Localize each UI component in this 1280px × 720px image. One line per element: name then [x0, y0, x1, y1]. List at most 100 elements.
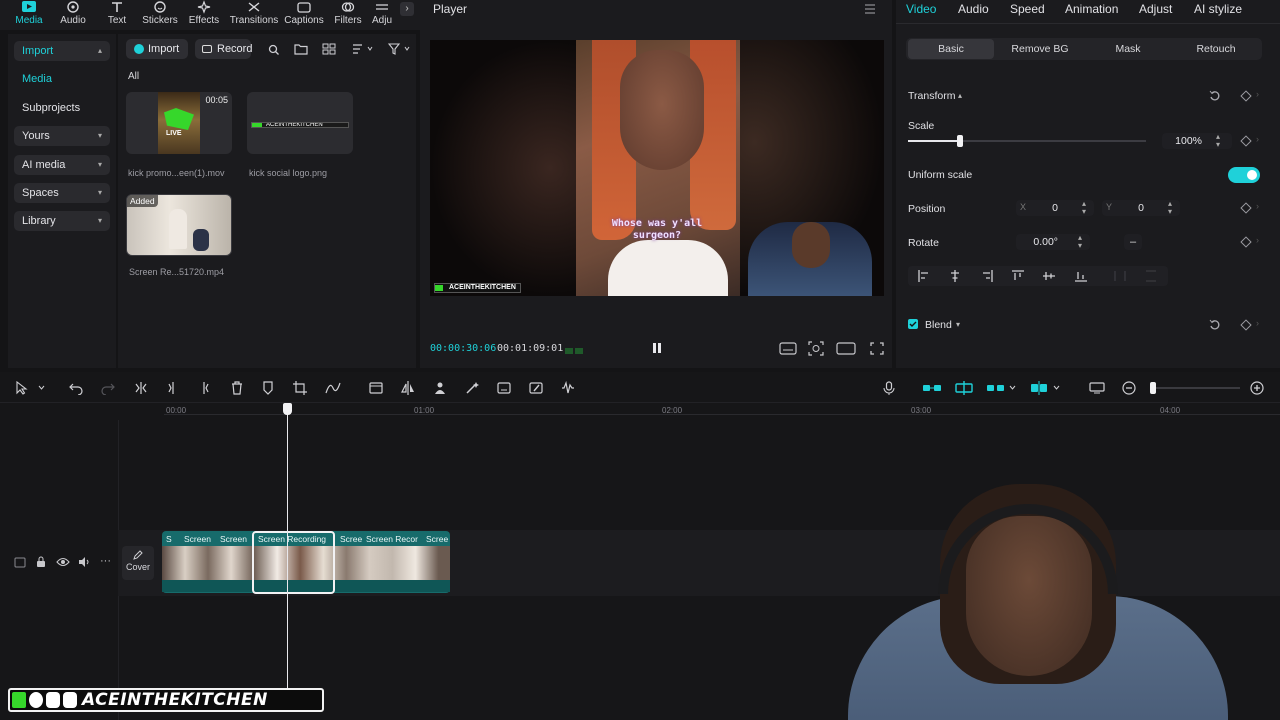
uniform-scale-toggle[interactable]: [1228, 167, 1260, 183]
stepper-icon[interactable]: ▴ ▾: [1168, 200, 1172, 216]
align-bottom-icon[interactable]: [1075, 270, 1087, 282]
tab-audio-props[interactable]: Audio: [958, 2, 989, 16]
stepper-icon[interactable]: ▴ ▾: [1082, 200, 1086, 216]
track-thumbnail-icon[interactable]: [14, 557, 26, 568]
sidebar-item-library[interactable]: Library ▾: [14, 211, 110, 231]
record-button[interactable]: Record: [195, 39, 252, 59]
tab-video[interactable]: Video: [906, 2, 936, 16]
menu-icon[interactable]: [864, 4, 876, 14]
lock-icon[interactable]: [36, 556, 46, 568]
aspect-ratio-icon[interactable]: [836, 342, 856, 355]
freeze-frame-icon[interactable]: [369, 381, 383, 395]
auto-snap-icon[interactable]: [955, 381, 973, 395]
subtab-mask[interactable]: Mask: [1084, 39, 1172, 59]
pause-icon[interactable]: [651, 342, 663, 354]
image-edit-icon[interactable]: [529, 381, 543, 395]
media-item-screen-recording[interactable]: Added: [126, 194, 232, 256]
cover-button[interactable]: Cover: [122, 546, 154, 580]
tab-ai-stylize[interactable]: AI stylize: [1194, 2, 1242, 16]
mirror-icon[interactable]: [401, 381, 415, 395]
transform-heading[interactable]: Transform: [908, 90, 955, 102]
tab-media[interactable]: Media: [6, 0, 52, 30]
scale-slider-handle[interactable]: [957, 135, 964, 147]
sidebar-item-yours[interactable]: Yours ▾: [14, 126, 110, 146]
rotate-dial-button[interactable]: –: [1124, 234, 1142, 250]
zoom-out-icon[interactable]: [1122, 381, 1136, 395]
zoom-slider[interactable]: [1150, 382, 1240, 394]
crop-icon[interactable]: [293, 381, 307, 395]
preview-axis-icon[interactable]: [1031, 381, 1063, 395]
eye-icon[interactable]: [56, 557, 70, 567]
screen-icon[interactable]: [1089, 382, 1105, 394]
zoom-slider-handle[interactable]: [1150, 382, 1156, 394]
media-item-kick-promo[interactable]: LIVE 00:05: [126, 92, 232, 154]
tab-animation[interactable]: Animation: [1065, 2, 1118, 16]
scale-slider[interactable]: [908, 135, 1146, 147]
speaker-icon[interactable]: [78, 557, 90, 567]
chevron-up-icon[interactable]: ▴: [958, 91, 962, 100]
search-icon[interactable]: [268, 44, 280, 56]
playhead-handle[interactable]: [283, 403, 292, 415]
stepper-icon[interactable]: ▴ ▾: [1078, 234, 1082, 250]
linkage-icon[interactable]: [987, 382, 1019, 394]
subtab-retouch[interactable]: Retouch: [1172, 39, 1260, 59]
tab-text[interactable]: Text: [94, 0, 140, 30]
video-preview[interactable]: Whose was y'all surgeon? ACEINTHEKITCHEN: [430, 40, 884, 296]
tab-captions[interactable]: Captions: [281, 0, 327, 30]
subtitle-toggle-icon[interactable]: [779, 342, 797, 355]
split-icon[interactable]: [134, 381, 148, 395]
tab-adjust[interactable]: Adju: [364, 0, 400, 30]
sidebar-item-media[interactable]: Media: [14, 69, 110, 89]
align-top-icon[interactable]: [1012, 270, 1024, 282]
sidebar-item-subprojects[interactable]: Subprojects: [14, 98, 110, 118]
reset-icon[interactable]: [1209, 319, 1221, 331]
align-center-v-icon[interactable]: [1043, 270, 1055, 282]
tab-stickers[interactable]: Stickers: [137, 0, 183, 30]
delete-icon[interactable]: [230, 381, 244, 395]
zoom-in-icon[interactable]: [1250, 381, 1264, 395]
distribute-h-icon: [1114, 271, 1126, 281]
tab-adjust-props[interactable]: Adjust: [1139, 2, 1172, 16]
tab-effects[interactable]: Effects: [181, 0, 227, 30]
marker-icon[interactable]: [261, 381, 275, 395]
blend-checkbox[interactable]: [908, 319, 918, 329]
fullscreen-icon[interactable]: [870, 342, 884, 355]
subtitle-icon[interactable]: [497, 381, 511, 395]
undo-icon[interactable]: [69, 381, 83, 395]
chevron-down-icon[interactable]: ▾: [956, 320, 960, 329]
import-button[interactable]: Import: [126, 39, 188, 59]
snapshot-icon[interactable]: [808, 341, 824, 356]
align-center-h-icon[interactable]: [949, 270, 961, 282]
sort-icon[interactable]: [352, 43, 374, 55]
blend-label[interactable]: Blend: [925, 319, 952, 331]
more-options-icon[interactable]: ···: [100, 555, 111, 567]
grid-view-icon[interactable]: [322, 43, 336, 55]
sidebar-item-ai-media[interactable]: AI media ▾: [14, 155, 110, 175]
tab-transitions[interactable]: Transitions: [228, 0, 280, 30]
playhead[interactable]: [287, 410, 288, 710]
reset-icon[interactable]: [1209, 90, 1221, 102]
magic-wand-icon[interactable]: [465, 381, 479, 395]
subtab-remove-bg[interactable]: Remove BG: [996, 39, 1084, 59]
main-track-magnet-icon[interactable]: [923, 382, 941, 394]
sidebar-item-import[interactable]: Import ▴: [14, 41, 110, 61]
subtab-basic[interactable]: Basic: [908, 39, 994, 59]
microphone-icon[interactable]: [883, 381, 895, 395]
person-effect-icon[interactable]: [433, 381, 447, 395]
align-left-icon[interactable]: [918, 270, 930, 282]
beat-icon[interactable]: [561, 381, 575, 395]
folder-add-icon[interactable]: [294, 43, 308, 55]
sidebar-item-spaces[interactable]: Spaces ▾: [14, 183, 110, 203]
align-right-icon[interactable]: [981, 270, 993, 282]
tab-speed[interactable]: Speed: [1010, 2, 1045, 16]
more-tools-button[interactable]: ›: [400, 2, 414, 16]
media-item-kick-logo[interactable]: ACEINTHEKITCHEN: [247, 92, 353, 154]
tab-audio[interactable]: Audio: [50, 0, 96, 30]
split-right-icon[interactable]: [197, 381, 211, 395]
split-left-icon[interactable]: [166, 381, 180, 395]
stepper-icon[interactable]: ▴ ▾: [1216, 133, 1220, 149]
speed-curve-icon[interactable]: [325, 381, 341, 395]
filter-icon[interactable]: [388, 43, 412, 55]
timeline-ruler[interactable]: [164, 414, 1280, 418]
select-tool-icon[interactable]: [15, 381, 45, 395]
